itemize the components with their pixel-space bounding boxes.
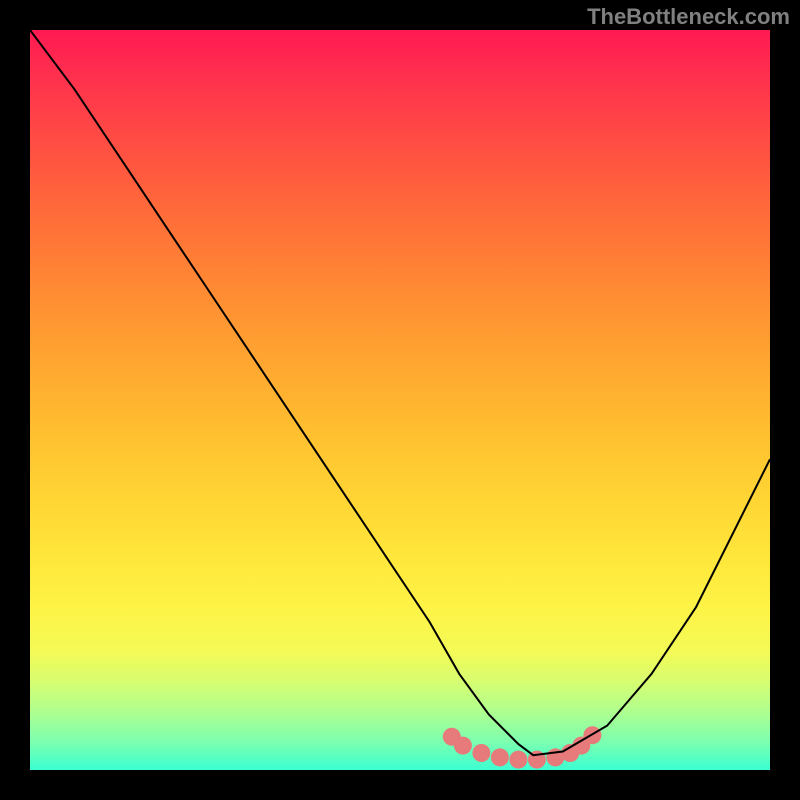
optimal-point-marker xyxy=(509,751,527,769)
optimal-point-marker xyxy=(454,737,472,755)
bottleneck-curve xyxy=(30,30,770,755)
watermark-text: TheBottleneck.com xyxy=(587,4,790,30)
optimal-point-marker xyxy=(472,744,490,762)
chart-plot-area xyxy=(30,30,770,770)
chart-svg xyxy=(30,30,770,770)
optimal-point-marker xyxy=(491,748,509,766)
